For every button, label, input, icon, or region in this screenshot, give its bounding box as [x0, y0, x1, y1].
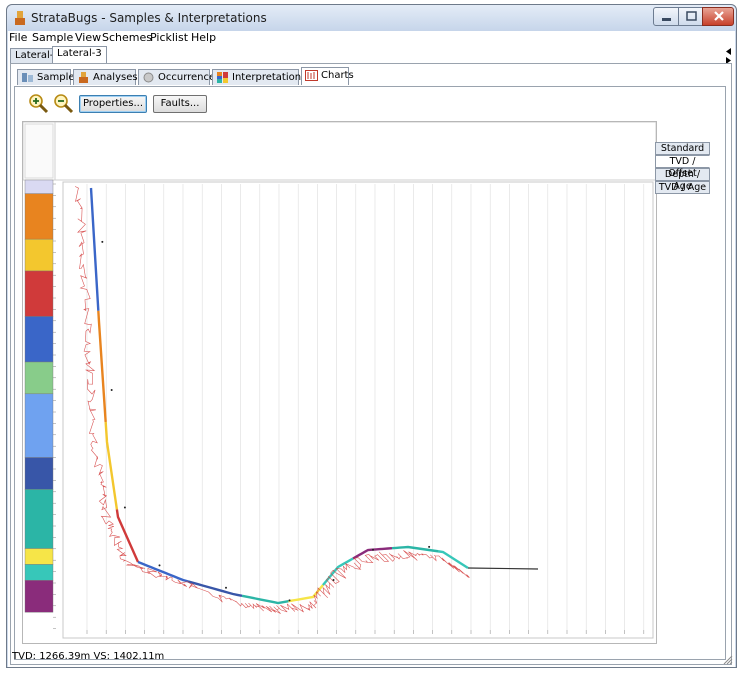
view-tab-tvd-age[interactable]: TVD / Age [655, 181, 710, 194]
chart-canvas[interactable] [22, 121, 657, 644]
strat-interval [24, 457, 54, 490]
well-path-segment [104, 421, 119, 510]
view-tab-tvd-offset[interactable]: TVD / Offset [655, 155, 710, 179]
charts-content: Properties... Faults... Standard TVD / O… [14, 86, 726, 660]
chart-legend-box [24, 123, 54, 179]
menu-bar: File Sample View Schemes Picklist Help [8, 31, 735, 45]
well-path-segment [391, 545, 439, 553]
close-button[interactable] [702, 7, 734, 26]
document-tabs: Lateral-2 Lateral-3 [8, 46, 735, 63]
well-path-segment [137, 560, 189, 583]
client-area: File Sample View Schemes Picklist Help L… [8, 31, 735, 667]
sample-marker [110, 389, 113, 391]
sample-marker [123, 506, 126, 509]
sample-marker [332, 579, 335, 581]
zoom-out-icon[interactable] [52, 92, 74, 114]
interpretations-icon [217, 72, 228, 83]
chart-header-panel [22, 121, 657, 181]
charts-icon [305, 70, 318, 81]
sample-marker [288, 599, 291, 602]
strat-interval [24, 548, 54, 565]
menu-view[interactable]: View [75, 31, 101, 45]
tvd-offset-chart [22, 121, 657, 639]
chart-view-tabs: Standard TVD / Offset Depth / Age TVD / … [655, 142, 710, 194]
gamma-log-curve [75, 186, 470, 614]
window-title: StrataBugs - Samples & Interpretations [31, 11, 267, 25]
faults-button[interactable]: Faults... [153, 95, 207, 113]
properties-button[interactable]: Properties... [79, 95, 147, 113]
strat-interval [24, 179, 54, 194]
menu-help[interactable]: Help [191, 31, 216, 45]
minimize-button[interactable] [653, 7, 679, 26]
menu-file[interactable]: File [9, 31, 27, 45]
strat-interval [24, 316, 54, 363]
menu-sample[interactable]: Sample [32, 31, 73, 45]
strat-interval [24, 489, 54, 549]
tab-analyses[interactable]: Analyses [73, 69, 138, 85]
strat-interval [24, 238, 54, 272]
well-path-segment [241, 594, 289, 605]
tab-interpretations[interactable]: Interpretations [212, 69, 306, 85]
application-window: StrataBugs - Samples & Interpretations F… [6, 4, 737, 668]
app-icon [15, 11, 25, 25]
strat-interval [24, 361, 54, 395]
tab-charts[interactable]: Charts [301, 67, 354, 85]
well-path-segment [115, 509, 140, 563]
tab-charts-label: Charts [321, 70, 354, 81]
title-bar[interactable]: StrataBugs - Samples & Interpretations [7, 5, 736, 31]
menu-schemes[interactable]: Schemes [102, 31, 152, 45]
strat-interval [24, 193, 54, 240]
well-path-segment [187, 580, 243, 597]
strat-interval [24, 393, 54, 458]
sample-marker [428, 545, 431, 548]
status-bar-coordinates: TVD: 1266.39m VS: 1402.11m [12, 651, 165, 662]
well-extension-line [467, 567, 539, 570]
sample-marker [225, 586, 227, 589]
tab-samples[interactable]: Samples [17, 69, 80, 85]
maximize-icon [686, 11, 697, 21]
occurrences-icon [143, 72, 154, 83]
lateral-3-panel: Samples Analyses Occurrences Interpretat… [10, 63, 732, 665]
well-path-segment [89, 187, 100, 311]
menu-picklist[interactable]: Picklist [150, 31, 188, 45]
sample-marker [372, 548, 374, 551]
strat-interval [24, 564, 54, 581]
tab-analyses-label: Analyses [93, 72, 138, 83]
maximize-button[interactable] [678, 7, 703, 26]
strat-interval [24, 270, 54, 317]
view-tab-standard[interactable]: Standard [655, 142, 710, 155]
tab-occurrences[interactable]: Occurrences [138, 69, 220, 85]
tab-lateral-3[interactable]: Lateral-3 [52, 46, 107, 63]
close-icon [714, 11, 724, 21]
tab-interpretations-label: Interpretations [232, 72, 307, 83]
view-tab-depth-age[interactable]: Depth / Age [655, 168, 710, 192]
sample-marker [101, 240, 104, 243]
analyses-icon [79, 72, 88, 83]
minimize-icon [662, 18, 671, 21]
strat-interval [24, 580, 54, 613]
zoom-in-icon[interactable] [27, 92, 49, 114]
resize-grip-icon[interactable] [723, 655, 733, 665]
well-path-segment [97, 310, 107, 423]
samples-icon [22, 73, 33, 82]
sample-marker [158, 564, 161, 567]
